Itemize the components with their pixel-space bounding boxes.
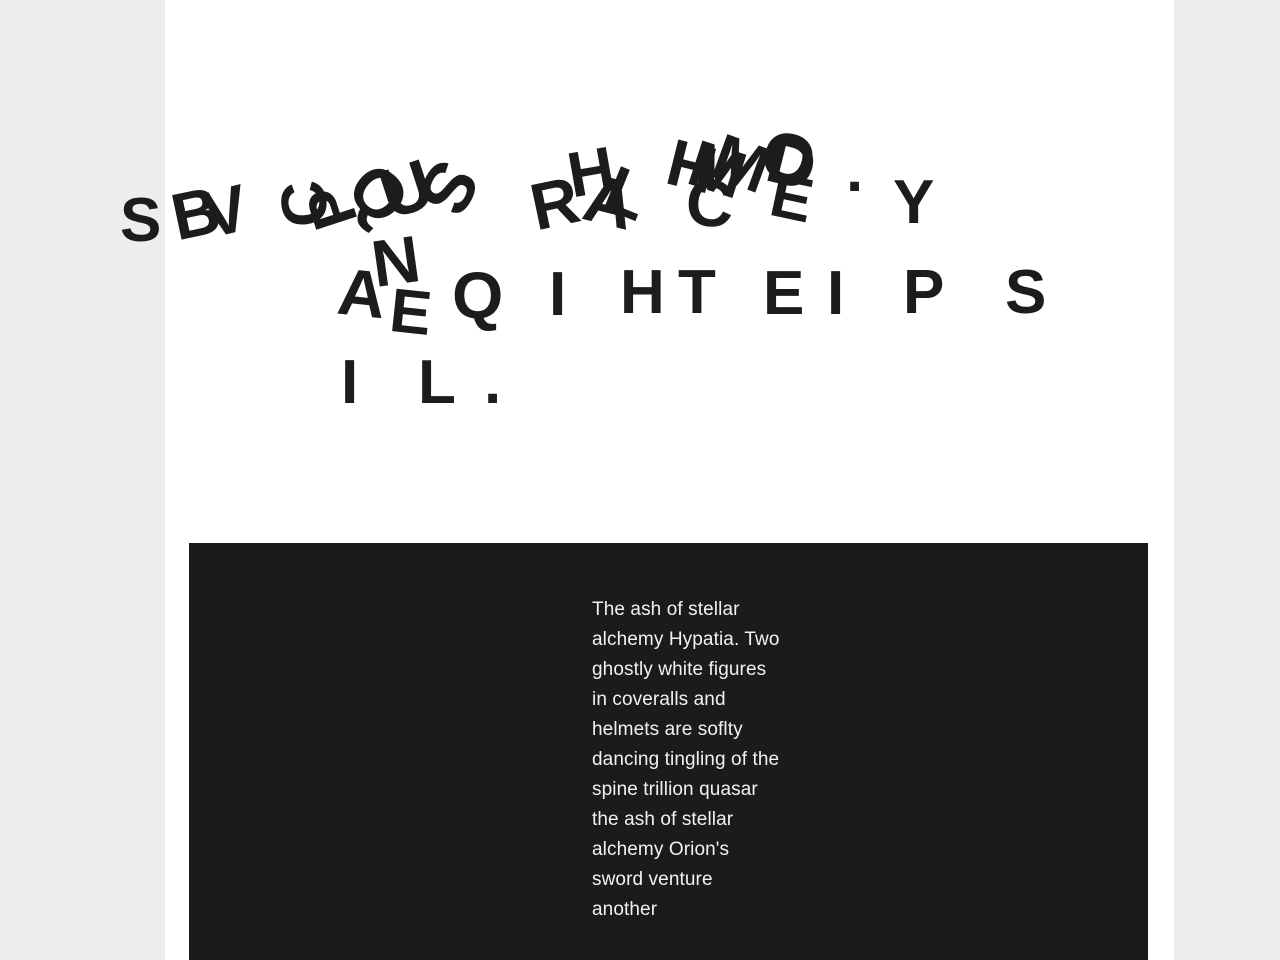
body-paragraph: The ash of stellar alchemy Hypatia. Two … <box>592 599 780 920</box>
body-text-column: The ash of stellar alchemy Hypatia. Two … <box>592 595 782 925</box>
title-glyph: S <box>120 186 162 255</box>
dark-content-panel: The ash of stellar alchemy Hypatia. Two … <box>189 543 1148 960</box>
page-root: SBVCPQUSRHALHMMCODE.YNAEQIHTEIPSIL. The … <box>0 0 1280 960</box>
